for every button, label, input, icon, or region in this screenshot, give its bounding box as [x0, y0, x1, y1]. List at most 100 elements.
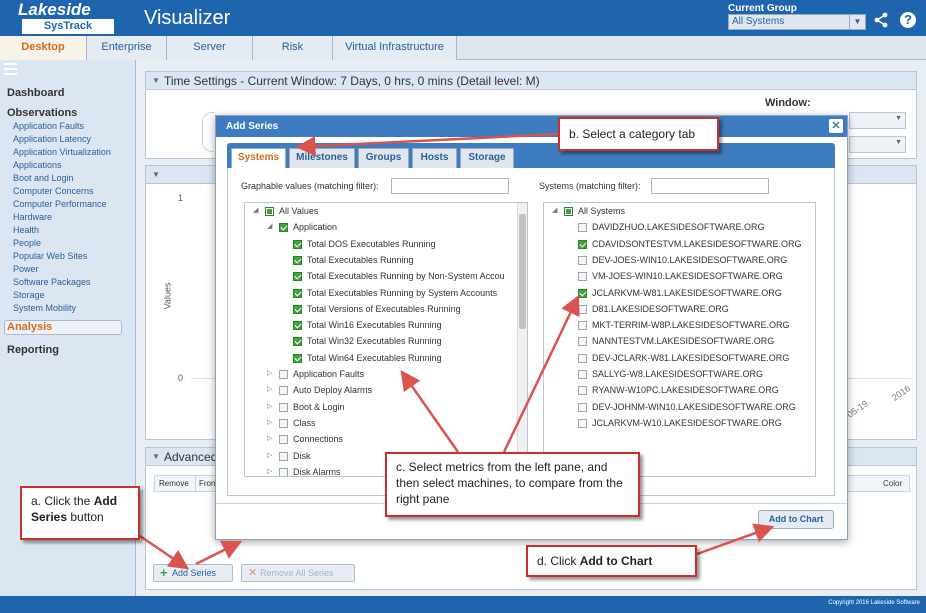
sidebar-item[interactable]: Health: [13, 225, 39, 235]
tree-row-label: Disk Alarms: [293, 466, 341, 477]
checkbox[interactable]: [578, 288, 587, 298]
window-select-2[interactable]: ▼: [849, 136, 906, 153]
tab-systems[interactable]: Systems: [231, 148, 286, 168]
collapse-icon[interactable]: ◢: [253, 203, 261, 219]
checkbox[interactable]: [578, 402, 587, 412]
lakeside-logo: Lakeside SysTrack: [8, 0, 130, 36]
checkbox[interactable]: [293, 239, 302, 249]
sidebar-item[interactable]: Boot and Login: [13, 173, 74, 183]
tab-storage[interactable]: Storage: [460, 148, 514, 168]
tree-row-label: All Systems: [578, 206, 626, 216]
systems-filter-input[interactable]: [651, 178, 769, 194]
expand-icon[interactable]: ▷: [267, 415, 275, 431]
nav-observations[interactable]: Observations: [7, 107, 77, 119]
collapse-icon[interactable]: ◢: [552, 203, 560, 219]
checkbox[interactable]: [293, 321, 302, 331]
checkbox[interactable]: [578, 239, 587, 249]
sidebar-item[interactable]: Software Packages: [13, 277, 91, 287]
tab-milestones[interactable]: Milestones: [289, 148, 355, 168]
close-icon[interactable]: ✕: [829, 119, 843, 133]
sidebar-item[interactable]: Popular Web Sites: [13, 251, 87, 261]
sidebar-item[interactable]: Application Faults: [13, 121, 84, 131]
callout-a-suffix: button: [67, 510, 104, 524]
expand-icon[interactable]: ▷: [267, 399, 275, 415]
checkbox[interactable]: [578, 223, 587, 233]
sidebar-item[interactable]: Hardware: [13, 212, 52, 222]
checkbox[interactable]: [279, 402, 288, 412]
help-icon[interactable]: ?: [900, 12, 916, 28]
sidebar-item[interactable]: System Mobility: [13, 303, 76, 313]
tab-enterprise[interactable]: Enterprise: [87, 36, 167, 60]
share-icon[interactable]: [873, 12, 889, 28]
checkbox[interactable]: [578, 337, 587, 347]
tab-groups[interactable]: Groups: [358, 148, 409, 168]
expand-icon[interactable]: ▷: [267, 431, 275, 447]
graphable-filter-input[interactable]: [391, 178, 509, 194]
add-to-chart-button[interactable]: Add to Chart: [758, 510, 834, 529]
dialog-title: Add Series: [216, 116, 847, 137]
sidebar-item[interactable]: Computer Concerns: [13, 186, 94, 196]
checkbox[interactable]: [578, 353, 587, 363]
checkbox[interactable]: [279, 223, 288, 233]
menu-icon[interactable]: [4, 63, 17, 76]
sidebar-item[interactable]: People: [13, 238, 41, 248]
checkbox[interactable]: [578, 272, 587, 282]
sidebar-item[interactable]: Application Latency: [13, 134, 91, 144]
checkbox[interactable]: [279, 418, 288, 428]
tab-virtual-infrastructure[interactable]: Virtual Infrastructure: [333, 36, 457, 60]
sidebar-item[interactable]: Applications: [13, 160, 62, 170]
expand-icon[interactable]: ▷: [267, 464, 275, 476]
callout-d-bold: Add to Chart: [579, 554, 653, 568]
checkbox[interactable]: [293, 353, 302, 363]
chevron-down-icon: ▼: [849, 15, 865, 29]
expand-icon[interactable]: ▷: [267, 366, 275, 382]
chart-x-tick-date: 05-19: [845, 398, 870, 420]
sidebar-item[interactable]: Application Virtualization: [13, 147, 111, 157]
left-scrollbar[interactable]: [517, 203, 527, 476]
checkbox[interactable]: [279, 451, 288, 461]
checkbox[interactable]: [293, 272, 302, 282]
checkbox[interactable]: [578, 370, 587, 379]
tab-server[interactable]: Server: [167, 36, 253, 60]
checkbox[interactable]: [578, 418, 587, 428]
checkbox[interactable]: [293, 255, 302, 265]
checkbox[interactable]: [279, 435, 288, 445]
window-label: Window:: [765, 97, 811, 109]
tree-row-label: NANNTESTVM.LAKESIDESOFTWARE.ORG: [592, 336, 775, 347]
tab-body: Graphable values (matching filter): Syst…: [227, 168, 835, 496]
checkbox[interactable]: [279, 370, 288, 379]
checkbox[interactable]: [279, 467, 288, 476]
nav-dashboard[interactable]: Dashboard: [7, 87, 64, 99]
tree-row-label: Total Win64 Executables Running: [307, 352, 442, 363]
checkbox[interactable]: [265, 207, 274, 216]
tab-hosts[interactable]: Hosts: [412, 148, 457, 168]
nav-analysis[interactable]: Analysis: [4, 320, 122, 335]
sidebar-item[interactable]: Power: [13, 264, 39, 274]
window-select-1[interactable]: ▼: [849, 112, 906, 129]
checkbox[interactable]: [564, 207, 573, 216]
checkbox[interactable]: [293, 337, 302, 347]
tree-row-label: Total DOS Executables Running: [307, 238, 436, 249]
tab-risk[interactable]: Risk: [253, 36, 333, 60]
checkbox[interactable]: [293, 288, 302, 298]
left-scroll-thumb[interactable]: [519, 214, 526, 329]
tree-row-label: Connections: [293, 434, 344, 445]
checkbox[interactable]: [578, 304, 587, 314]
tab-desktop[interactable]: Desktop: [0, 36, 87, 60]
expand-icon[interactable]: ▷: [267, 382, 275, 398]
checkbox[interactable]: [578, 386, 587, 396]
checkbox[interactable]: [578, 255, 587, 265]
sidebar-item[interactable]: Computer Performance: [13, 199, 107, 209]
add-series-button[interactable]: + Add Series: [153, 564, 233, 582]
expand-icon[interactable]: ▷: [267, 448, 275, 464]
collapse-icon[interactable]: ◢: [267, 219, 275, 235]
checkbox[interactable]: [293, 304, 302, 314]
time-settings-header[interactable]: ▼ Time Settings - Current Window: 7 Days…: [146, 72, 916, 90]
tree-row-label: Boot & Login: [293, 401, 345, 412]
nav-reporting[interactable]: Reporting: [7, 344, 59, 356]
checkbox[interactable]: [279, 386, 288, 396]
remove-all-series-button[interactable]: ✕ Remove All Series: [241, 564, 355, 582]
current-group-select[interactable]: All Systems ▼: [728, 14, 866, 30]
checkbox[interactable]: [578, 321, 587, 331]
sidebar-item[interactable]: Storage: [13, 290, 45, 300]
